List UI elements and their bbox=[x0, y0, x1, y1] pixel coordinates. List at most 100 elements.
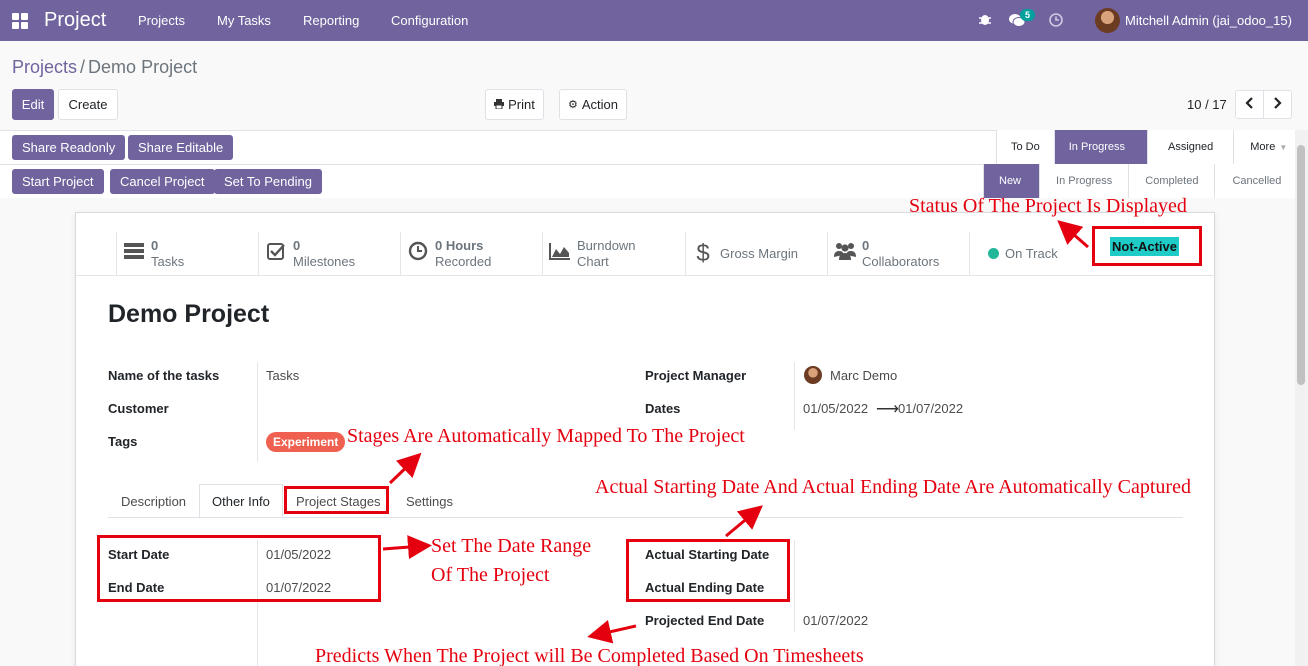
breadcrumb: Projects / Demo Project bbox=[12, 57, 197, 78]
hours-count: 0 Hours bbox=[435, 237, 484, 253]
print-button[interactable]: Print bbox=[485, 89, 544, 120]
tasks-icon bbox=[117, 241, 151, 267]
top-navbar: Project Projects My Tasks Reporting Conf… bbox=[0, 0, 1308, 41]
gross-margin-label: Gross Margin bbox=[720, 245, 799, 261]
collaborators-count: 0 bbox=[862, 237, 870, 253]
stat-milestones-button[interactable]: 0 Milestones bbox=[258, 232, 400, 275]
pager-previous-button[interactable] bbox=[1235, 90, 1264, 119]
users-icon bbox=[828, 241, 862, 267]
on-track-label: On Track bbox=[1005, 246, 1058, 261]
on-track-status-icon bbox=[988, 248, 999, 259]
annotation-predicts: Predicts When The Project will Be Comple… bbox=[315, 645, 864, 666]
tab-other-info[interactable]: Other Info bbox=[199, 484, 283, 518]
breadcrumb-separator: / bbox=[80, 57, 86, 77]
hours-label: Recorded bbox=[435, 253, 492, 269]
create-button[interactable]: Create bbox=[58, 89, 118, 120]
actual-dates-highlight-box bbox=[626, 539, 790, 602]
action-button[interactable]: ⚙ Action bbox=[559, 89, 627, 120]
menu-reporting[interactable]: Reporting bbox=[303, 13, 359, 28]
tab-description[interactable]: Description bbox=[109, 484, 198, 518]
status-highlight-box bbox=[1092, 226, 1202, 266]
state-completed[interactable]: Completed bbox=[1129, 164, 1216, 198]
menu-projects[interactable]: Projects bbox=[138, 13, 185, 28]
action-label: Action bbox=[581, 97, 618, 112]
chevron-right-icon bbox=[1273, 97, 1282, 112]
pager-value: 10 / 17 bbox=[1187, 97, 1227, 112]
stat-collaborators-button[interactable]: 0 Collaborators bbox=[827, 232, 969, 275]
project-manager-field[interactable]: Marc Demo bbox=[830, 368, 897, 383]
user-avatar[interactable] bbox=[1095, 8, 1120, 33]
burndown-label-2: Chart bbox=[577, 253, 609, 269]
field-separator-other-right bbox=[794, 540, 795, 632]
burndown-label-1: Burndown bbox=[577, 237, 636, 253]
milestones-label: Milestones bbox=[293, 253, 356, 269]
stage-assigned[interactable]: Assigned bbox=[1148, 130, 1235, 164]
field-separator-right bbox=[794, 362, 795, 430]
date-start-field[interactable]: 01/05/2022 bbox=[803, 401, 868, 416]
activity-clock-icon[interactable] bbox=[1049, 13, 1063, 30]
stat-buttons-divider bbox=[76, 275, 1214, 276]
tabs-baseline bbox=[108, 517, 1183, 518]
project-title: Demo Project bbox=[108, 300, 270, 328]
cancel-project-button[interactable]: Cancel Project bbox=[110, 169, 215, 194]
project-stages-highlight-box bbox=[284, 486, 389, 514]
manager-avatar bbox=[804, 366, 822, 384]
name-of-tasks-label: Name of the tasks bbox=[108, 368, 220, 383]
annotation-status: Status Of The Project Is Displayed bbox=[909, 195, 1187, 217]
set-to-pending-button[interactable]: Set To Pending bbox=[214, 169, 322, 194]
bug-icon[interactable] bbox=[978, 12, 992, 29]
scrollbar-thumb[interactable] bbox=[1297, 145, 1305, 385]
dates-label: Dates bbox=[645, 401, 681, 416]
tasks-label: Tasks bbox=[151, 253, 185, 269]
projected-end-field[interactable]: 01/07/2022 bbox=[803, 613, 868, 628]
milestones-count: 0 bbox=[293, 237, 301, 253]
state-in-progress[interactable]: In Progress bbox=[1040, 164, 1130, 198]
project-stage-statusbar: To Do In Progress Assigned More ▼ bbox=[996, 130, 1306, 164]
clock-icon bbox=[401, 241, 435, 267]
gear-icon: ⚙ bbox=[567, 99, 578, 111]
stat-gross-margin-button[interactable]: $ Gross Margin bbox=[685, 232, 827, 275]
chevron-left-icon bbox=[1245, 97, 1254, 112]
breadcrumb-current: Demo Project bbox=[88, 57, 198, 77]
breadcrumb-projects[interactable]: Projects bbox=[12, 57, 77, 77]
stage-more-label: More bbox=[1250, 141, 1276, 153]
share-readonly-button[interactable]: Share Readonly bbox=[12, 135, 126, 160]
stat-burndown-button[interactable]: Burndown Chart bbox=[542, 232, 685, 275]
share-editable-button[interactable]: Share Editable bbox=[128, 135, 234, 160]
apps-menu-icon[interactable] bbox=[12, 13, 28, 29]
state-statusbar: New In Progress Completed Cancelled bbox=[983, 164, 1299, 198]
stat-on-track-button[interactable]: On Track bbox=[969, 232, 1079, 275]
chat-count-badge: 5 bbox=[1020, 9, 1036, 21]
stat-tasks-button[interactable]: 0 Tasks bbox=[116, 232, 258, 275]
printer-icon bbox=[494, 97, 505, 112]
start-project-button[interactable]: Start Project bbox=[12, 169, 104, 194]
app-name[interactable]: Project bbox=[44, 9, 106, 32]
date-end-field[interactable]: 01/07/2022 bbox=[898, 401, 963, 416]
tab-settings[interactable]: Settings bbox=[394, 484, 465, 518]
stage-in-progress[interactable]: In Progress bbox=[1054, 130, 1148, 164]
name-of-tasks-field[interactable]: Tasks bbox=[266, 368, 299, 383]
state-new[interactable]: New bbox=[984, 164, 1041, 198]
print-label: Print bbox=[508, 97, 535, 112]
stage-to-do[interactable]: To Do bbox=[997, 130, 1055, 164]
edit-button[interactable]: Edit bbox=[12, 89, 54, 120]
state-cancelled[interactable]: Cancelled bbox=[1215, 164, 1299, 198]
date-range-highlight-box bbox=[97, 535, 381, 602]
user-menu[interactable]: Mitchell Admin (jai_odoo_15) bbox=[1125, 13, 1292, 28]
tags-label: Tags bbox=[108, 434, 138, 449]
collaborators-label: Collaborators bbox=[862, 253, 940, 269]
dollar-icon: $ bbox=[696, 239, 710, 267]
annotation-stages: Stages Are Automatically Mapped To The P… bbox=[347, 425, 745, 447]
menu-configuration[interactable]: Configuration bbox=[391, 13, 468, 28]
area-chart-icon bbox=[543, 241, 577, 267]
pager-next-button[interactable] bbox=[1263, 90, 1292, 119]
tag-experiment[interactable]: Experiment bbox=[266, 432, 346, 452]
field-separator bbox=[257, 362, 258, 462]
annotation-date-range-2: Of The Project bbox=[431, 564, 550, 586]
stat-hours-button[interactable]: 0 Hours Recorded bbox=[400, 232, 542, 275]
menu-my-tasks[interactable]: My Tasks bbox=[217, 13, 271, 28]
arrow-right-icon: ⟶ bbox=[876, 401, 899, 418]
annotation-actual-dates: Actual Starting Date And Actual Ending D… bbox=[595, 476, 1191, 498]
tasks-count: 0 bbox=[151, 237, 159, 253]
annotation-date-range-1: Set The Date Range bbox=[431, 535, 592, 557]
